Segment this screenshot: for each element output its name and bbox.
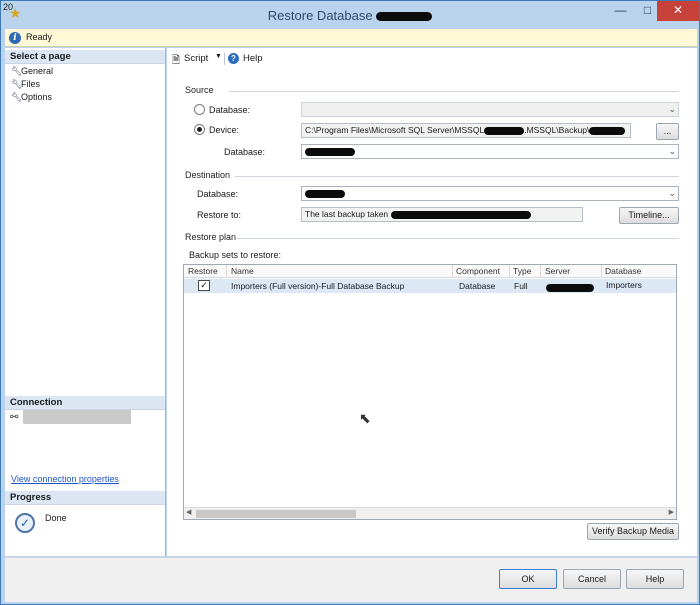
restore-to-field: The last backup taken	[301, 207, 583, 222]
right-pane: 🗎 Script ▼ ? Help Source Database: ⌄ Dev…	[167, 48, 697, 556]
destination-divider	[235, 176, 679, 177]
done-check-icon: ✓	[15, 513, 35, 533]
col-name[interactable]: Name	[231, 266, 254, 276]
help-button[interactable]: Help	[626, 569, 684, 589]
restore-database-window: 20 ★ Restore Database — □ ✕ i Ready Sele…	[0, 0, 700, 605]
device-radio-label: Device:	[209, 125, 240, 135]
col-component[interactable]: Component	[456, 266, 500, 276]
page-files[interactable]: 🔧︎Files	[11, 78, 40, 90]
toolbar-separator	[224, 53, 225, 65]
row-server	[546, 282, 594, 292]
title-bar[interactable]: 20 ★ Restore Database — □ ✕	[1, 1, 699, 29]
restore-checkbox[interactable]: ✓	[198, 280, 210, 291]
row-type: Full	[514, 281, 528, 291]
col-database[interactable]: Database	[605, 266, 641, 276]
chevron-down-icon: ⌄	[668, 146, 676, 156]
chevron-down-icon: ⌄	[668, 188, 676, 198]
connection-header: Connection	[5, 396, 165, 410]
col-separator	[452, 265, 453, 278]
close-button[interactable]: ✕	[657, 1, 699, 21]
source-label: Source	[185, 85, 214, 95]
database-radio-label: Database:	[209, 105, 251, 115]
browse-button[interactable]: ...	[656, 123, 679, 140]
left-pane: Select a page 🔧︎General 🔧︎Files 🔧︎Option…	[5, 48, 166, 556]
device-radio[interactable]	[194, 124, 205, 135]
view-connection-properties-link[interactable]: View connection properties	[11, 474, 119, 484]
col-separator	[509, 265, 510, 278]
redacted-destination-db	[305, 189, 345, 198]
scroll-left-icon[interactable]: ◀	[186, 508, 191, 516]
scrollbar-thumb[interactable]	[196, 510, 356, 518]
row-component: Database	[459, 281, 496, 291]
source-divider	[229, 91, 679, 92]
page-general[interactable]: 🔧︎General	[11, 65, 53, 77]
col-server[interactable]: Server	[545, 266, 570, 276]
redacted-db-name	[376, 12, 433, 22]
timeline-button[interactable]: Timeline...	[619, 207, 679, 224]
script-dropdown-arrow[interactable]: ▼	[215, 53, 222, 60]
progress-status: Done	[45, 513, 67, 523]
chevron-down-icon: ⌄	[668, 104, 676, 114]
redacted-connection	[23, 410, 131, 424]
ok-button[interactable]: OK	[499, 569, 557, 589]
redacted-backup-time	[390, 210, 531, 219]
window-title: Restore Database	[1, 8, 699, 23]
device-path-field[interactable]: C:\Program Files\Microsoft SQL Server\MS…	[301, 123, 631, 138]
col-separator	[601, 265, 602, 278]
row-database: Importers	[606, 280, 642, 290]
help-icon: ?	[228, 53, 239, 64]
help-toolbar-button[interactable]: Help	[243, 53, 263, 64]
minimize-button[interactable]: —	[607, 1, 634, 21]
col-type[interactable]: Type	[513, 266, 531, 276]
row-name: Importers (Full version)-Full Database B…	[231, 281, 405, 291]
backup-sets-label: Backup sets to restore:	[189, 250, 282, 260]
database-radio[interactable]	[194, 104, 205, 115]
backup-sets-grid[interactable]: Restore Name Component Type Server Datab…	[183, 264, 677, 520]
script-button[interactable]: Script	[184, 53, 208, 64]
wrench-icon: 🔧︎	[11, 92, 23, 102]
restore-plan-label: Restore plan	[185, 232, 237, 242]
mouse-cursor-icon: ⬉	[359, 410, 371, 426]
script-icon: 🗎	[172, 55, 181, 66]
table-row[interactable]: ✓ Importers (Full version)-Full Database…	[184, 279, 676, 293]
page-options[interactable]: 🔧︎Options	[11, 91, 52, 103]
status-text: Ready	[26, 32, 53, 42]
grid-header: Restore Name Component Type Server Datab…	[184, 265, 676, 278]
col-separator	[226, 265, 227, 278]
source-database-label: Database:	[224, 147, 266, 157]
cancel-button[interactable]: Cancel	[563, 569, 621, 589]
col-restore[interactable]: Restore	[188, 266, 218, 276]
connection-icon: ⚯	[10, 412, 19, 423]
redacted-source-db	[305, 147, 355, 156]
verify-backup-media-button[interactable]: Verify Backup Media	[587, 523, 679, 540]
select-page-header: Select a page	[5, 50, 165, 64]
status-bar: i Ready	[5, 29, 697, 47]
destination-label: Destination	[185, 170, 231, 180]
scroll-right-icon[interactable]: ▶	[669, 508, 674, 516]
source-database-dropdown[interactable]: ⌄	[301, 144, 679, 159]
info-icon: i	[9, 32, 21, 44]
dialog-button-bar: OK Cancel Help	[5, 557, 697, 602]
horizontal-scrollbar[interactable]: ◀ ▶	[184, 507, 676, 519]
destination-database-label: Database:	[197, 189, 239, 199]
restore-plan-divider	[237, 238, 679, 239]
restore-to-label: Restore to:	[197, 210, 242, 220]
progress-header: Progress	[5, 491, 165, 505]
col-separator	[540, 265, 541, 278]
redacted-backup-file	[589, 126, 626, 135]
wrench-icon: 🔧︎	[11, 66, 23, 76]
redacted-server	[546, 283, 594, 292]
wrench-icon: 🔧︎	[11, 79, 23, 89]
destination-database-dropdown[interactable]: ⌄	[301, 186, 679, 201]
redacted-instance	[484, 126, 525, 135]
source-database-select[interactable]: ⌄	[301, 102, 679, 117]
